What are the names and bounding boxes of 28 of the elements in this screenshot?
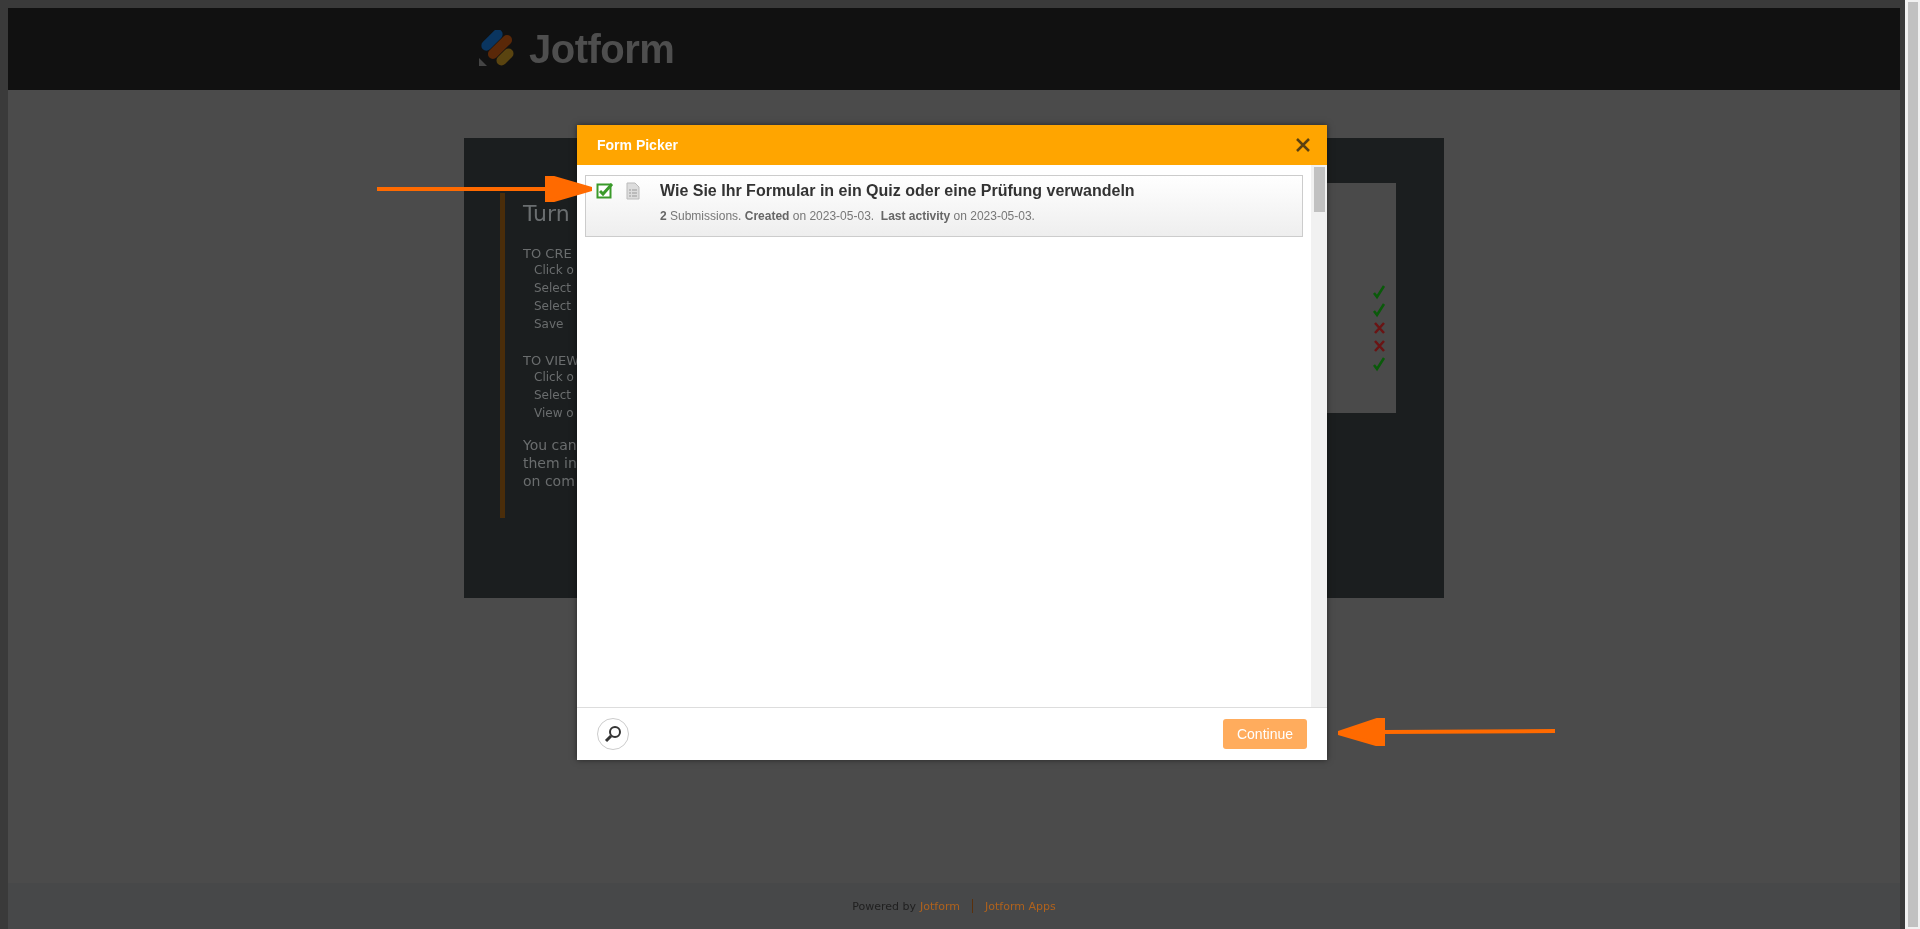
note-text: on com (523, 472, 575, 490)
step-text: Save (533, 316, 564, 333)
step-text: Select (533, 280, 572, 297)
section-heading: TO CRE (523, 246, 572, 261)
note-text: them in (523, 454, 577, 472)
apps-link[interactable]: Jotform Apps (985, 899, 1056, 913)
form-title: Wie Sie Ihr Formular in ein Quiz oder eine Prüfung verwandeln (660, 182, 1135, 200)
step-text: View o (533, 405, 574, 422)
section-heading: TO VIEW (523, 353, 580, 368)
panel-title: Turn (523, 201, 570, 226)
step-text: Select (533, 298, 572, 315)
continue-button[interactable]: Continue (1222, 719, 1307, 749)
page-scrollbar[interactable] (1905, 0, 1920, 929)
list-scrollbar[interactable] (1311, 165, 1327, 707)
dialog-title: Form Picker (597, 137, 678, 153)
checked-checkbox-icon[interactable] (596, 182, 614, 200)
search-button[interactable] (597, 718, 629, 750)
document-icon (626, 182, 640, 200)
form-meta: 2 Submissions. Created on 2023-05-03. Last activity on 2023-05-03. (660, 209, 1036, 223)
search-icon (603, 724, 623, 744)
brand-link[interactable]: Jotform (920, 899, 960, 913)
logo-icon (477, 30, 517, 68)
form-item[interactable]: Wie Sie Ihr Formular in ein Quiz oder eine Prüfung verwandeln 2 Submissions. Created on 2023-05-03. Last activity on 2023-05-03. (585, 175, 1303, 237)
step-text: Select (533, 387, 572, 404)
note-text: You can (523, 436, 577, 454)
step-text: Click o (533, 369, 574, 386)
logo-text: Jotform (529, 26, 675, 72)
step-text: Click o (533, 262, 574, 279)
